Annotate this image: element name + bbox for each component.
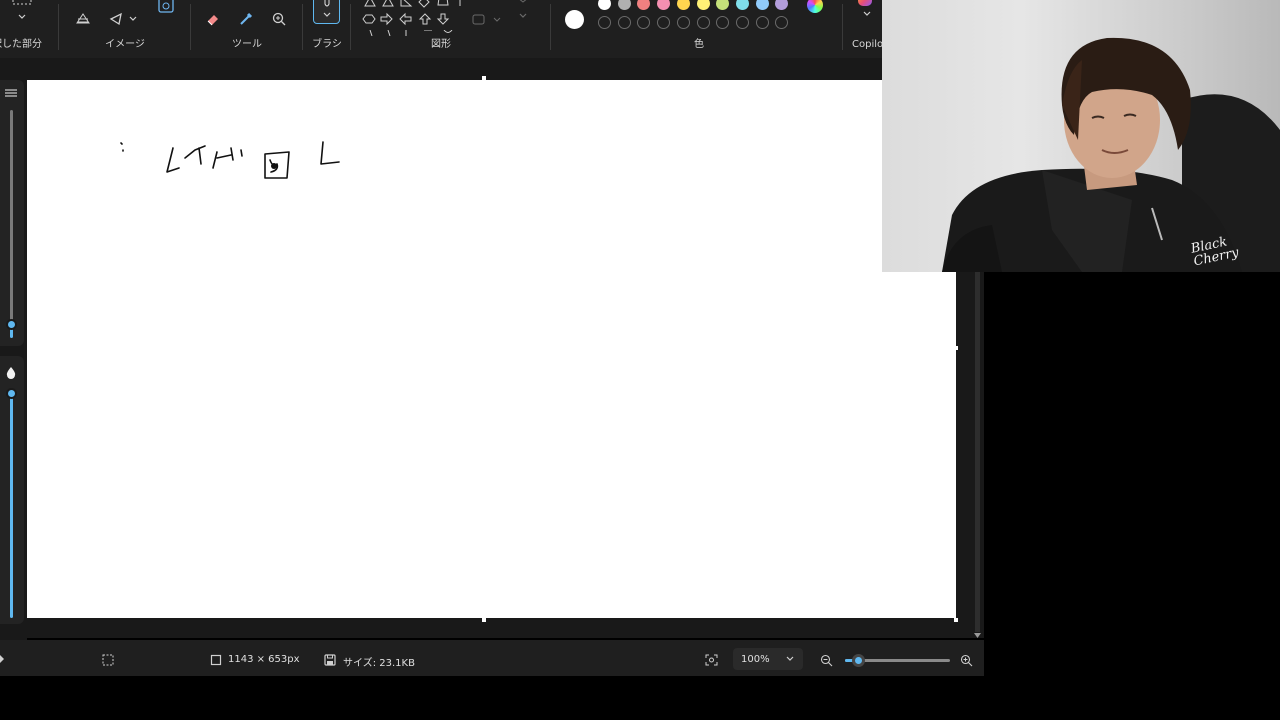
- palette-color-swatch[interactable]: [657, 0, 671, 10]
- image-group-label: イメージ: [105, 39, 145, 50]
- cursor-position-icon: [0, 655, 6, 663]
- tools-group: ツール: [194, 0, 300, 58]
- canvas-size-text: 1143 × 653px: [228, 654, 300, 665]
- divider: [302, 4, 303, 50]
- colors-group-label: 色: [694, 39, 704, 50]
- shapes-group-label: 図形: [431, 39, 451, 50]
- palette-color-swatch[interactable]: [598, 0, 611, 10]
- selection-group: 選択した部分: [0, 0, 50, 58]
- opacity-panel: [0, 356, 24, 624]
- webcam-overlay: Black Cherry: [882, 0, 1280, 272]
- palette-color-swatch[interactable]: [755, 0, 769, 10]
- webcam-person-image: [942, 37, 1280, 272]
- opacity-drop-icon: [5, 366, 17, 380]
- chevron-down-icon[interactable]: [518, 12, 528, 20]
- brush-button[interactable]: [313, 0, 340, 24]
- selection-group-label: 選択した部分: [0, 39, 42, 50]
- shape-outline-icon[interactable]: [472, 13, 504, 27]
- opacity-fill[interactable]: [10, 392, 13, 618]
- file-size-text: サイズ: 23.1KB: [343, 658, 415, 669]
- palette-color-swatch[interactable]: [617, 0, 631, 10]
- palette-empty-swatch[interactable]: [775, 16, 789, 29]
- palette-color-swatch[interactable]: [775, 0, 789, 10]
- palette-empty-swatch[interactable]: [657, 16, 671, 29]
- brush-group: ブラシ: [306, 0, 348, 58]
- chevron-down-icon[interactable]: [17, 13, 27, 21]
- palette-color-swatch[interactable]: [676, 0, 690, 10]
- divider: [550, 4, 551, 50]
- shapes-row2-icon[interactable]: [362, 12, 462, 26]
- palette-empty-swatch[interactable]: [637, 16, 651, 29]
- selection-size-icon: [102, 654, 114, 666]
- brush-group-label: ブラシ: [312, 39, 342, 50]
- brush-size-icon: [4, 88, 18, 98]
- color-wheel-icon[interactable]: [807, 0, 823, 13]
- shape-fill-icon[interactable]: [516, 0, 530, 6]
- divider: [190, 4, 191, 50]
- divider: [842, 4, 843, 50]
- chevron-down-icon[interactable]: [128, 15, 138, 23]
- brush-size-slider[interactable]: [6, 319, 17, 330]
- zoom-level-dropdown[interactable]: 100%: [733, 648, 803, 670]
- zoom-in-icon[interactable]: [960, 654, 973, 667]
- divider: [58, 4, 59, 50]
- palette-empty-swatch[interactable]: [755, 16, 769, 29]
- crop-icon[interactable]: [75, 11, 91, 27]
- workspace-background: [0, 58, 882, 80]
- copilot-group: Copilot: [846, 0, 887, 58]
- palette-empty-swatch[interactable]: [716, 16, 730, 29]
- opacity-slider[interactable]: [6, 388, 17, 399]
- save-file-icon: [324, 654, 336, 666]
- canvas-drawing: [120, 141, 340, 179]
- brush-size-panel: [0, 80, 24, 346]
- rotate-icon[interactable]: [108, 11, 124, 27]
- canvas-resize-handle-corner[interactable]: [954, 618, 958, 622]
- colors-group: 色: [556, 0, 842, 58]
- zoom-icon[interactable]: [271, 11, 287, 27]
- image-group: イメージ: [62, 0, 188, 58]
- fit-to-window-icon[interactable]: [705, 654, 718, 666]
- current-color-swatch[interactable]: [565, 10, 584, 29]
- zoom-level-text: 100%: [741, 654, 770, 665]
- palette-empty-swatch[interactable]: [735, 16, 749, 29]
- scroll-down-arrow-icon[interactable]: [973, 632, 982, 639]
- canvas-size-icon: [210, 654, 222, 666]
- chevron-down-icon: [322, 11, 332, 19]
- shapes-group: 図形: [356, 0, 546, 58]
- drawing-canvas[interactable]: [27, 80, 956, 618]
- zoom-slider-thumb[interactable]: [852, 654, 865, 667]
- zoom-out-icon[interactable]: [820, 654, 833, 667]
- palette-empty-swatch[interactable]: [617, 16, 631, 29]
- shapes-row1-icon[interactable]: [362, 0, 466, 8]
- palette-color-swatch[interactable]: [716, 0, 730, 10]
- canvas-resize-handle-top[interactable]: [482, 76, 486, 80]
- selection-rect-icon[interactable]: [12, 0, 32, 8]
- palette-color-swatch[interactable]: [637, 0, 651, 10]
- eraser-icon[interactable]: [205, 11, 221, 27]
- image-ai-icon[interactable]: [157, 0, 175, 14]
- palette-color-swatch[interactable]: [735, 0, 749, 10]
- ribbon-toolbar: 選択した部分 イメージ ツール: [0, 0, 887, 58]
- brush-size-track[interactable]: [10, 110, 13, 328]
- palette-empty-swatch[interactable]: [598, 16, 611, 29]
- palette-empty-swatch[interactable]: [696, 16, 710, 29]
- copilot-icon[interactable]: [858, 0, 872, 6]
- chevron-down-icon: [785, 655, 795, 663]
- canvas-resize-handle-right[interactable]: [954, 346, 958, 350]
- status-bar: 1143 × 653px サイズ: 23.1KB 100%: [0, 640, 984, 676]
- color-picker-icon[interactable]: [238, 11, 254, 27]
- palette-color-swatch[interactable]: [696, 0, 710, 10]
- palette-empty-swatch[interactable]: [676, 16, 690, 29]
- tools-group-label: ツール: [232, 39, 262, 50]
- brush-icon: [321, 0, 333, 9]
- side-panel: [0, 80, 27, 625]
- vertical-scrollbar[interactable]: [975, 272, 980, 632]
- chevron-down-icon[interactable]: [862, 10, 872, 18]
- canvas-resize-handle-bottom[interactable]: [482, 618, 486, 622]
